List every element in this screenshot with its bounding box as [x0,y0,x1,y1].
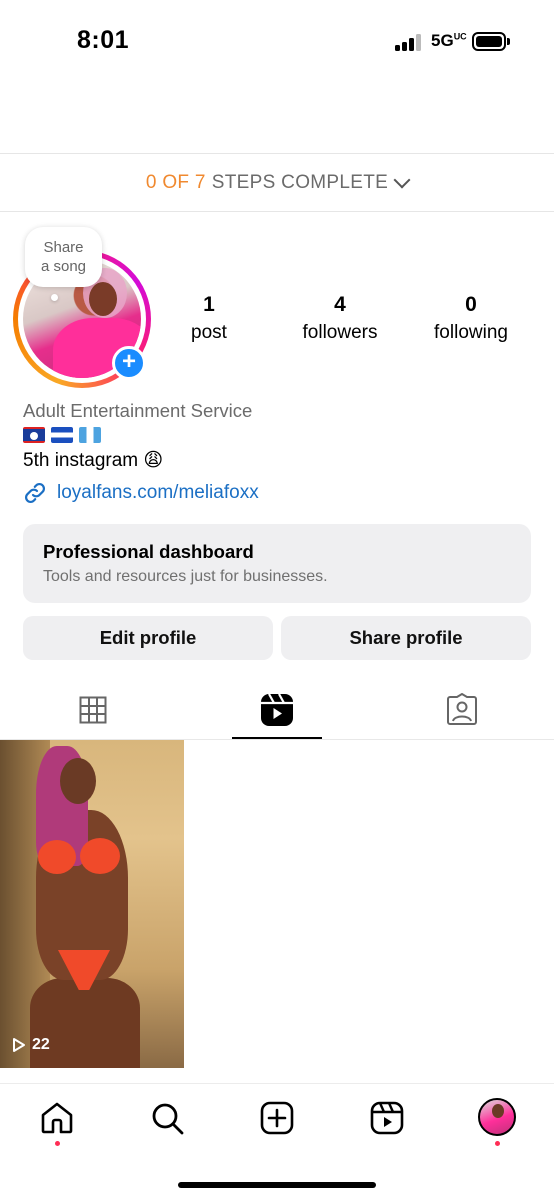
signal-icon [395,33,421,51]
professional-dashboard-card[interactable]: Professional dashboard Tools and resourc… [23,524,531,603]
tab-reels[interactable] [257,690,297,730]
grid-icon [79,696,107,724]
profile-link-text: loyalfans.com/meliafoxx [57,482,259,503]
dashboard-title: Professional dashboard [43,541,254,562]
bubble-tail [51,294,58,301]
reel-view-count: 22 [32,1036,50,1053]
status-time: 8:01 [77,26,130,54]
nav-home[interactable] [37,1098,77,1138]
home-indicator[interactable] [178,1182,376,1188]
tab-tagged[interactable] [442,690,482,730]
search-icon [152,1103,184,1135]
status-bar: 8:01 5GUC [0,0,554,80]
reel-thumbnail[interactable] [0,740,184,1068]
posts-stat[interactable]: 1 post [184,292,234,345]
play-icon [13,1038,25,1052]
nav-reels[interactable] [367,1098,407,1138]
belize-flag-icon [23,427,45,443]
edit-profile-button[interactable]: Edit profile [23,616,273,660]
profile-notification-dot [495,1141,500,1146]
home-notification-dot [55,1141,60,1146]
home-icon [41,1102,73,1134]
profile-link[interactable]: loyalfans.com/meliafoxx [23,481,259,505]
bio-text: 5th instagram 😩 [23,450,164,471]
tagged-icon [447,693,477,725]
add-story-button[interactable]: + [112,346,146,380]
dashboard-subtitle: Tools and resources just for businesses. [43,568,328,585]
followers-stat[interactable]: 4 followers [290,292,390,345]
network-indicator: 5GUC [431,31,467,50]
nav-create[interactable] [257,1098,297,1138]
following-stat[interactable]: 0 following [421,292,521,345]
chevron-down-icon [393,171,411,188]
nav-profile-avatar[interactable] [478,1098,516,1136]
battery-icon [472,32,510,51]
share-song-bubble[interactable]: Share a song [25,227,102,287]
create-icon [260,1101,294,1135]
setup-steps-bar[interactable]: 0 OF 7 STEPS COMPLETE [0,153,554,212]
link-icon [24,482,46,504]
steps-label: STEPS COMPLETE [211,171,389,193]
flag-emojis [23,427,101,443]
steps-progress: 0 OF 7 [145,171,206,193]
guatemala-flag-icon [79,427,101,443]
profile-category: Adult Entertainment Service [23,400,253,421]
reel-views: 22 [12,1036,50,1054]
reels-icon [370,1101,404,1135]
reels-icon [261,693,293,726]
nav-search[interactable] [147,1098,187,1138]
honduras-flag-icon [51,427,73,443]
plus-icon: + [121,348,136,375]
share-profile-button[interactable]: Share profile [281,616,531,660]
tab-grid[interactable] [73,690,113,730]
